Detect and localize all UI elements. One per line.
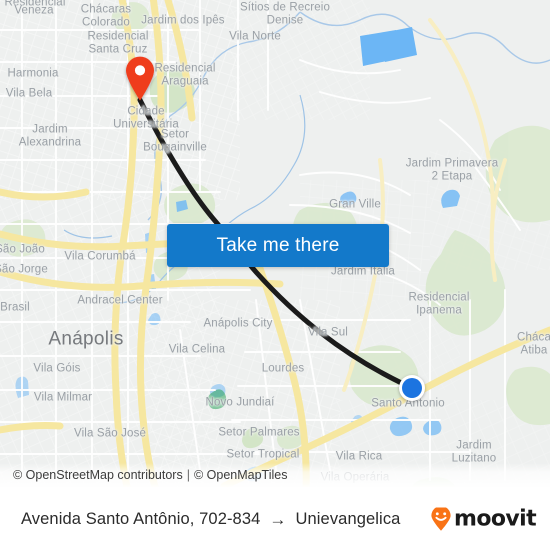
openmaptiles-attribution-link[interactable]: © OpenMapTiles [194,468,288,482]
map-pin-icon [126,56,154,101]
take-me-there-button[interactable]: Take me there [167,224,389,267]
moovit-wordmark: moovit [454,506,537,532]
footer-bar: Avenida Santo Antônio, 702-834 → Unievan… [0,487,550,550]
route-summary: Avenida Santo Antônio, 702-834 → Unievan… [21,510,400,529]
moovit-logo[interactable]: moovit [430,506,537,532]
moovit-route-card: Residencial Veneza Chácaras Colorado Jardim… [0,0,550,550]
destination-dot-core [402,378,422,398]
map-canvas[interactable]: Residencial Veneza Chácaras Colorado Jardim… [0,0,550,487]
destination-label: Unievangelica [295,509,401,528]
origin-label: Avenida Santo Antônio, 702-834 [21,509,261,528]
route-arrow-icon: → [269,509,287,529]
moovit-pin-icon [431,507,451,531]
osm-attribution-link[interactable]: © OpenStreetMap contributors [13,468,183,482]
